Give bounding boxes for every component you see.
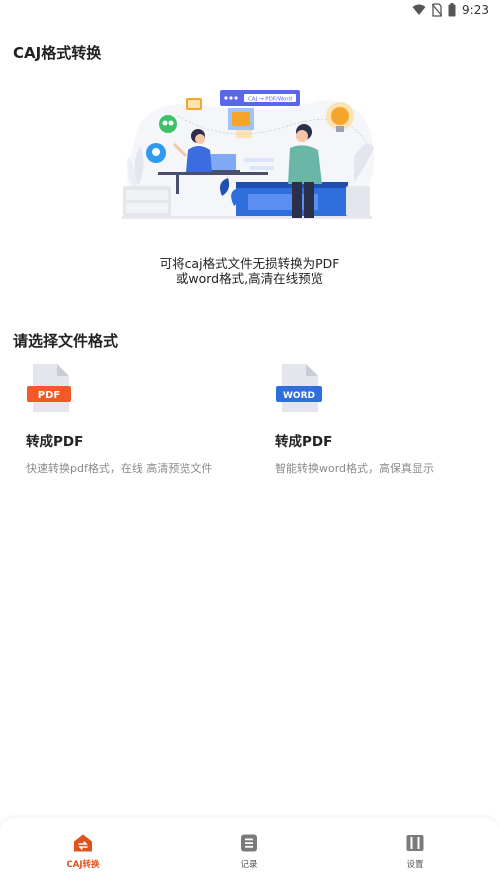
home-convert-icon [74, 834, 92, 852]
wifi-icon [412, 4, 426, 15]
status-time: 9:23 [462, 3, 489, 17]
nav-label-settings: 设置 [406, 860, 424, 870]
bottom-nav: CAJ转换 记录 设置 [0, 818, 499, 888]
option-title-word: 转成PDF [275, 434, 333, 450]
hero-window-label: CAJ → PDF/Word [248, 97, 292, 103]
status-bar: 9:23 [0, 0, 499, 24]
intro-line-1: 可将caj格式文件无损转换为PDF [159, 256, 340, 271]
nav-tab-caj-convert[interactable]: CAJ转换 [33, 818, 133, 888]
nav-tab-settings[interactable]: 设置 [365, 818, 465, 888]
page-title: CAJ格式转换 [13, 44, 102, 62]
settings-icon [406, 835, 424, 851]
word-badge: WORD [283, 391, 315, 401]
no-sim-icon [432, 3, 443, 17]
word-file-icon: WORD [276, 364, 322, 412]
pdf-badge: PDF [38, 390, 60, 401]
pdf-file-icon: PDF [27, 364, 71, 412]
convert-word-option[interactable]: WORD 转成PDF 智能转换word格式，高保真显示 [274, 362, 499, 482]
nav-tab-records[interactable]: 记录 [199, 818, 299, 888]
option-title-pdf: 转成PDF [26, 434, 84, 450]
status-icons: 9:23 [412, 3, 489, 17]
section-title: 请选择文件格式 [13, 332, 119, 350]
convert-to-pdf-option[interactable]: PDF 转成PDF 快速转换pdf格式，在线 高清预览文件 [25, 362, 255, 482]
intro-line-2: 或word格式,高清在线预览 [175, 271, 324, 286]
nav-label-records: 记录 [240, 860, 258, 870]
nav-label-caj-convert: CAJ转换 [66, 860, 100, 870]
option-desc-pdf: 快速转换pdf格式，在线 高清预览文件 [26, 462, 213, 475]
records-icon [241, 834, 257, 852]
hero-illustration: CAJ → PDF/Word [122, 90, 374, 219]
intro-text: 可将caj格式文件无损转换为PDF 或word格式,高清在线预览 [0, 256, 499, 286]
battery-icon [448, 3, 456, 17]
option-desc-word: 智能转换word格式，高保真显示 [275, 462, 435, 475]
